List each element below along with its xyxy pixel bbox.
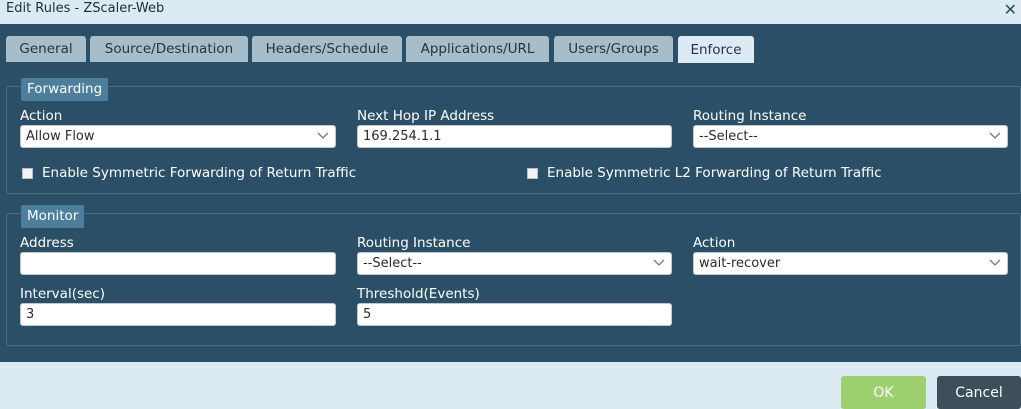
forwarding-legend: Forwarding [21,78,109,101]
symmetric-forwarding-checkbox[interactable] [22,167,33,179]
chevron-down-icon [989,259,1001,266]
forwarding-action-value: Allow Flow [26,129,95,144]
tab-source-destination[interactable]: Source/Destination [90,36,248,62]
monitor-panel: Monitor Address Routing Instance --Selec… [6,205,1021,346]
edit-rules-dialog: Edit Rules - ZScaler-Web ✕ General Sourc… [0,0,1021,409]
forwarding-action-label: Action [20,108,63,124]
interval-label: Interval(sec) [20,286,105,302]
tab-general[interactable]: General [6,36,86,62]
chevron-down-icon [317,132,329,139]
dialog-body: General Source/Destination Headers/Sched… [0,24,1021,362]
forwarding-panel: Forwarding Action Allow Flow Next Hop IP… [6,78,1021,194]
threshold-input[interactable]: 5 [357,303,672,326]
next-hop-label: Next Hop IP Address [357,108,495,124]
tab-applications-url[interactable]: Applications/URL [406,36,549,62]
forwarding-routing-instance-select[interactable]: --Select-- [693,125,1008,148]
symmetric-forwarding-option: Enable Symmetric Forwarding of Return Tr… [22,165,356,181]
monitor-address-label: Address [20,235,74,251]
threshold-label: Threshold(Events) [357,286,480,302]
symmetric-l2-forwarding-option: Enable Symmetric L2 Forwarding of Return… [527,165,882,181]
cancel-button[interactable]: Cancel [937,376,1021,409]
dialog-footer: OK Cancel [0,362,1021,409]
chevron-down-icon [653,259,665,266]
symmetric-l2-forwarding-label: Enable Symmetric L2 Forwarding of Return… [547,165,882,181]
tab-users-groups[interactable]: Users/Groups [554,36,673,62]
symmetric-forwarding-label: Enable Symmetric Forwarding of Return Tr… [42,165,357,181]
interval-input[interactable]: 3 [20,303,336,326]
forwarding-action-select[interactable]: Allow Flow [20,125,336,148]
tab-headers-schedule[interactable]: Headers/Schedule [252,36,402,62]
forwarding-routing-instance-label: Routing Instance [693,108,807,124]
monitor-routing-instance-select[interactable]: --Select-- [357,252,672,275]
dialog-title: Edit Rules - ZScaler-Web [6,1,165,16]
tab-enforce[interactable]: Enforce [678,36,754,63]
monitor-address-input[interactable] [20,252,336,275]
monitor-routing-instance-label: Routing Instance [357,235,471,251]
monitor-legend: Monitor [21,205,85,228]
title-bar: Edit Rules - ZScaler-Web ✕ [0,0,1021,24]
ok-button[interactable]: OK [841,376,926,409]
monitor-routing-instance-value: --Select-- [363,256,422,271]
monitor-action-select[interactable]: wait-recover [693,252,1008,275]
forwarding-routing-instance-value: --Select-- [699,129,758,144]
monitor-action-value: wait-recover [699,256,781,271]
monitor-action-label: Action [693,235,736,251]
close-icon[interactable]: ✕ [1004,2,1017,18]
chevron-down-icon [989,132,1001,139]
next-hop-input[interactable]: 169.254.1.1 [357,125,672,148]
symmetric-l2-forwarding-checkbox[interactable] [527,167,538,179]
